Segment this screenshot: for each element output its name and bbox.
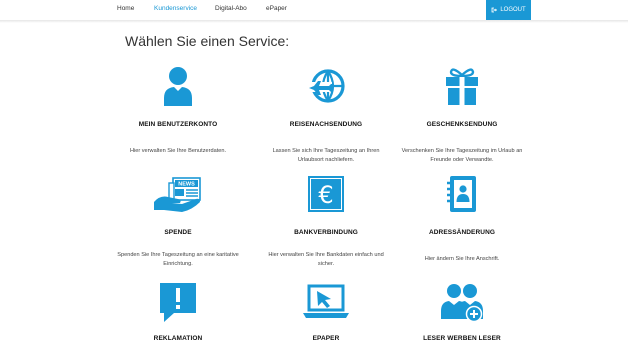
service-title: SPENDE [164, 229, 192, 236]
svg-text:€: € [318, 181, 333, 209]
gift-icon [399, 64, 525, 108]
user-icon [115, 64, 241, 108]
service-card-adressaenderung[interactable]: ADRESSÄNDERUNG Hier ändern Sie Ihre Ansc… [399, 170, 525, 270]
service-title: MEIN BENUTZERKONTO [138, 121, 218, 128]
service-title: GESCHENKSENDUNG [426, 121, 498, 128]
service-title: REISENACHSENDUNG [289, 121, 363, 128]
service-card-epaper[interactable]: EPAPER [263, 278, 389, 356]
service-title: EPAPER [312, 335, 340, 342]
service-title: ADRESSÄNDERUNG [428, 229, 496, 236]
nav-shadow-divider [0, 20, 628, 23]
service-card-leser-werben-leser[interactable]: LESER WERBEN LESER [399, 278, 525, 356]
service-title: LESER WERBEN LESER [423, 335, 501, 342]
nav-home-link[interactable]: Home [117, 5, 134, 12]
service-card-geschenksendung[interactable]: GESCHENKSENDUNG Verschenken Sie Ihre Tag… [399, 62, 525, 163]
service-description: Lassen Sie sich Ihre Tageszeitung an Ihr… [272, 148, 380, 163]
news-label: NEWS [178, 182, 195, 188]
euro-icon: € [263, 172, 389, 216]
service-card-mein-benutzerkonto[interactable]: MEIN BENUTZERKONTO Hier verwalten Sie Ih… [115, 62, 241, 162]
globe-plane-icon [263, 64, 389, 108]
logout-button[interactable]: LOGOUT [486, 0, 531, 20]
service-card-reklamation[interactable]: REKLAMATION [115, 278, 241, 356]
nav-epaper-link[interactable]: ePaper [266, 5, 287, 12]
logout-label: LOGOUT [500, 7, 526, 13]
service-card-bankverbindung[interactable]: € BANKVERBINDUNG Hier verwalten Sie Ihre… [263, 170, 389, 270]
laptop-cursor-icon [263, 280, 389, 324]
service-description: Verschenken Sie Ihre Tageszeitung im Url… [401, 148, 523, 163]
service-title: REKLAMATION [153, 335, 203, 342]
address-book-icon [399, 172, 525, 216]
service-description: Hier verwalten Sie Ihre Benutzerdaten. [129, 148, 227, 154]
nav-kundenservice-link[interactable]: Kundenservice [154, 5, 197, 12]
nav-digital-abo-link[interactable]: Digital-Abo [215, 5, 247, 12]
service-title: BANKVERBINDUNG [294, 229, 358, 236]
service-card-spende[interactable]: NEWS SPENDE Spenden Sie Ihre Tageszeitun… [115, 170, 241, 270]
service-card-reisenachsendung[interactable]: REISENACHSENDUNG Lassen Sie sich Ihre Ta… [263, 62, 389, 163]
service-description: Hier ändern Sie Ihre Anschrift. [424, 256, 500, 262]
top-navigation: Home Kundenservice Digital-Abo ePaper LO… [0, 0, 628, 20]
hand-newspaper-icon: NEWS [115, 172, 241, 216]
logout-icon [491, 7, 498, 13]
service-description: Hier verwalten Sie Ihre Bankdaten einfac… [268, 252, 384, 267]
exclamation-icon [115, 280, 241, 324]
users-plus-icon [399, 280, 525, 324]
page-title: Wählen Sie einen Service: [125, 33, 290, 49]
service-description: Spenden Sie Ihre Tageszeitung an eine ka… [117, 252, 239, 267]
